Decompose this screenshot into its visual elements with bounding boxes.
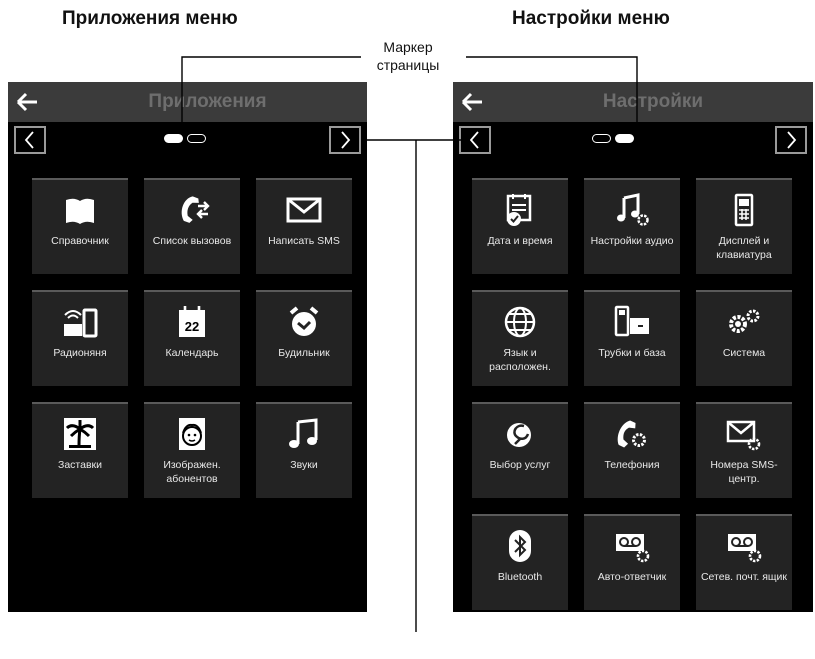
menu-tile[interactable]: Авто-ответчик [584,514,680,610]
caller-picture-icon [144,416,240,452]
page-marker-label-line1: Маркер [383,39,433,55]
call-list-icon [144,192,240,228]
menu-tile-label: Номера SMS-центр. [710,459,778,485]
prev-page-button[interactable] [14,126,46,154]
display-keypad-icon [696,192,792,228]
menu-tile-label: Написать SMS [268,235,340,247]
menu-tile[interactable]: Написать SMS [256,178,352,274]
settings-title-bar: Настройки [453,82,813,122]
page-marker-label: Маркер страницы [360,38,456,74]
globe-icon [472,304,568,340]
envelope-icon [256,192,352,228]
services-icon [472,416,568,452]
menu-tile[interactable]: Изображен. абонентов [144,402,240,498]
audio-settings-icon [584,192,680,228]
menu-tile[interactable]: Система [696,290,792,386]
sms-centre-icon [696,416,792,452]
apps-grid: Справочник Список вызовов Написать SMS Ради… [32,178,352,498]
menu-tile[interactable]: Язык и расположен. [472,290,568,386]
menu-tile-label: Радионяня [53,347,107,359]
palm-tree-icon [32,416,128,452]
bluetooth-icon [472,528,568,564]
menu-tile[interactable]: Дата и время [472,178,568,274]
menu-tile[interactable]: Сетев. почт. ящик [696,514,792,610]
calendar-date: 22 [185,319,199,334]
handset-base-icon [584,304,680,340]
menu-tile[interactable]: Телефония [584,402,680,498]
page-indicator [164,134,206,146]
menu-tile-label: Сетев. почт. ящик [700,571,788,583]
book-icon [32,192,128,228]
baby-monitor-icon [32,304,128,340]
page-dot [592,134,611,143]
menu-tile-label: Календарь [165,347,219,359]
menu-tile-label: Выбор услуг [489,459,551,471]
menu-tile-label: Дата и время [487,235,553,247]
menu-tile[interactable]: Радионяня [32,290,128,386]
menu-tile[interactable]: Номера SMS-центр. [696,402,792,498]
menu-tile-label: Список вызовов [152,235,232,247]
menu-tile-label: Звуки [290,459,318,471]
menu-tile-label: Будильник [278,347,330,359]
menu-tile[interactable]: Настройки аудио [584,178,680,274]
page-dot-active [615,134,634,143]
settings-menu-caption: Настройки меню [512,8,670,29]
menu-tile-label: Справочник [51,235,109,247]
page-marker-label-line2: страницы [376,57,440,73]
network-mailbox-icon [696,528,792,564]
apps-title-bar: Приложения [8,82,367,122]
menu-tile-label: Заставки [58,459,102,471]
menu-tile[interactable]: 22 Календарь [144,290,240,386]
menu-tile[interactable]: Список вызовов [144,178,240,274]
page-dot-active [164,134,183,143]
music-note-icon [256,416,352,452]
page-dot [187,134,206,143]
back-arrow-icon[interactable] [453,82,493,122]
alarm-clock-icon [256,304,352,340]
menu-tile-label: Дисплей и клавиатура [716,235,772,261]
menu-tile-label: Язык и расположен. [489,347,551,373]
apps-title: Приложения [148,91,267,112]
calendar-icon: 22 [144,304,240,340]
settings-grid: Дата и время Настройки аудио Дисплей и кла… [472,178,792,610]
menu-tile[interactable]: Трубки и база [584,290,680,386]
settings-screen: Настройки Дата и время Настройки аудио Дис… [453,82,813,612]
menu-tile[interactable]: Выбор услуг [472,402,568,498]
menu-tile-label: Трубки и база [598,347,666,359]
menu-tile-label: Настройки аудио [590,235,674,247]
menu-tile-label: Телефония [604,459,660,471]
apps-screen: Приложения Справочник Список вызовов Напис… [8,82,367,612]
prev-page-button[interactable] [459,126,491,154]
telephony-icon [584,416,680,452]
settings-title: Настройки [602,91,704,112]
menu-tile-label: Система [722,347,766,359]
menu-tile-label: Изображен. абонентов [163,459,221,485]
menu-tile[interactable]: Заставки [32,402,128,498]
apps-menu-caption: Приложения меню [62,8,238,29]
menu-tile[interactable]: Bluetooth [472,514,568,610]
menu-tile[interactable]: Звуки [256,402,352,498]
next-page-button[interactable] [775,126,807,154]
menu-tile[interactable]: Дисплей и клавиатура [696,178,792,274]
answering-machine-icon [584,528,680,564]
back-arrow-icon[interactable] [8,82,48,122]
next-page-button[interactable] [329,126,361,154]
menu-tile[interactable]: Справочник [32,178,128,274]
menu-tile-label: Авто-ответчик [597,571,667,583]
menu-tile-label: Bluetooth [497,571,543,583]
menu-tile[interactable]: Будильник [256,290,352,386]
page-indicator [592,134,634,146]
gears-icon [696,304,792,340]
date-time-icon [472,192,568,228]
